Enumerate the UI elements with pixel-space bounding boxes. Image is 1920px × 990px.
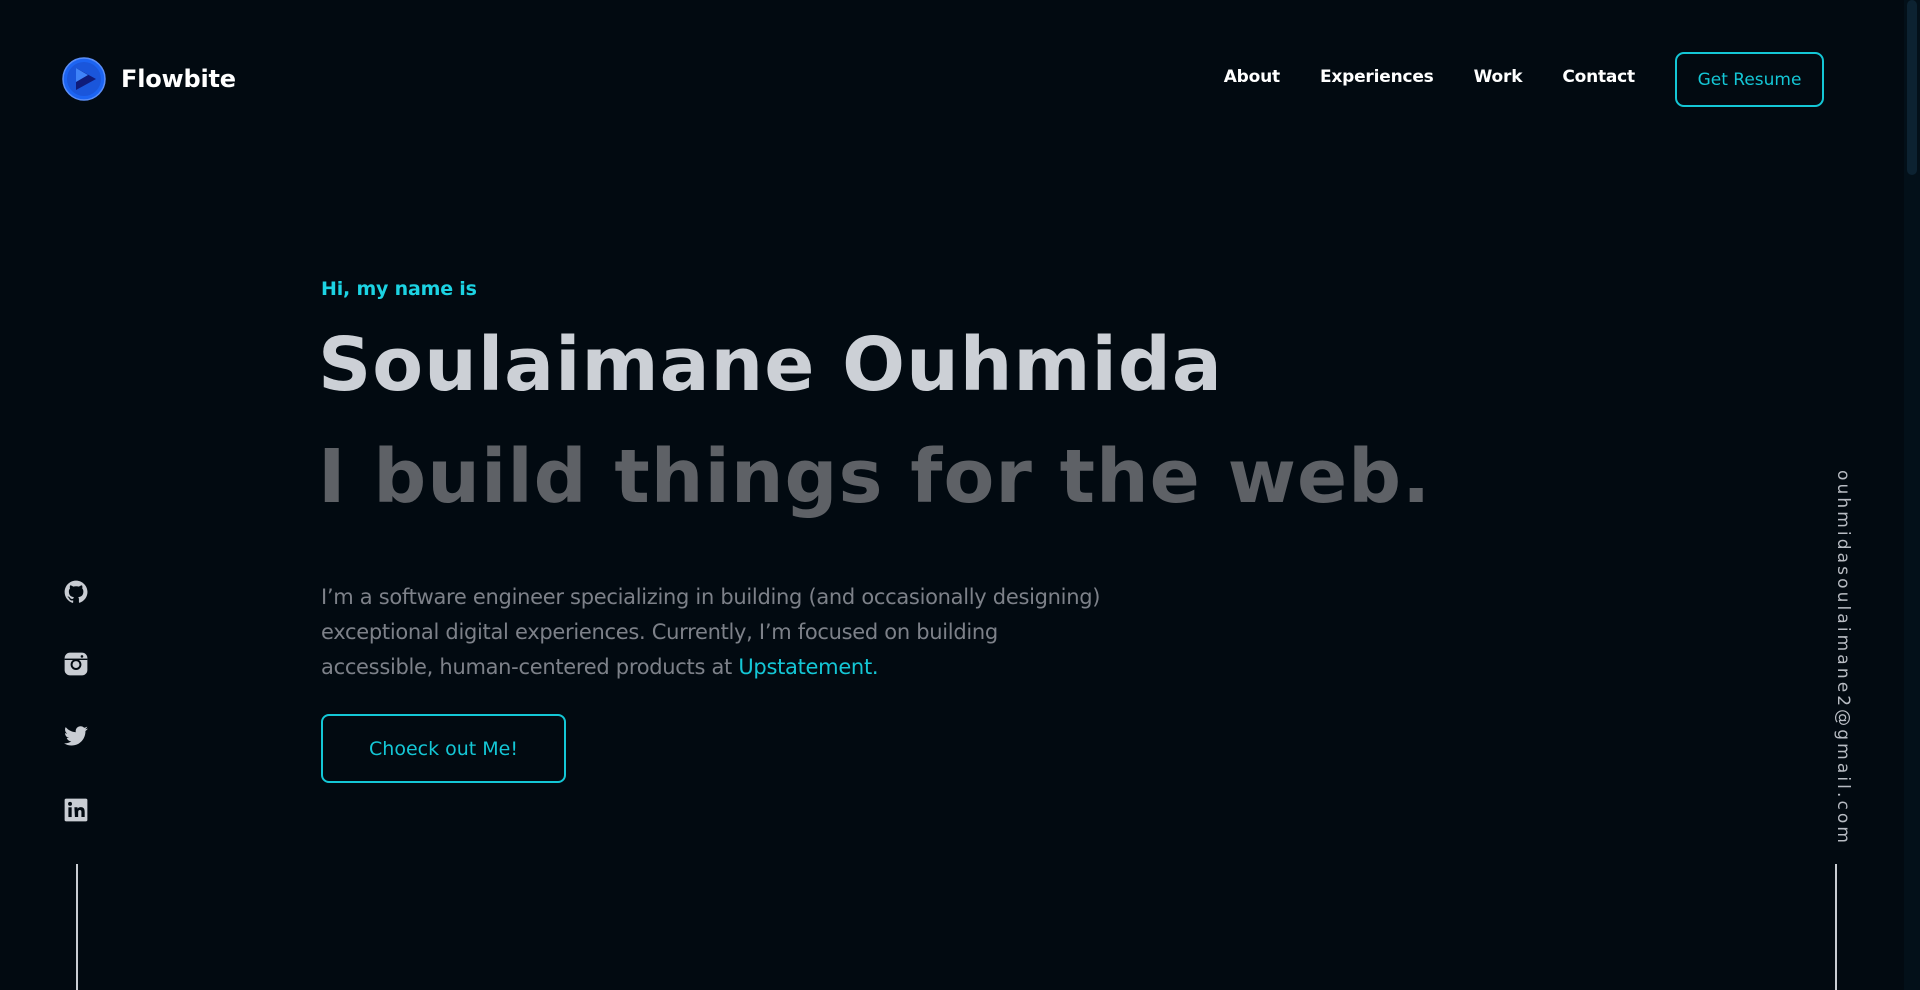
linkedin-icon (64, 798, 88, 822)
get-resume-button[interactable]: Get Resume (1675, 52, 1824, 107)
company-link[interactable]: Upstatement. (738, 655, 878, 679)
left-vertical-line (76, 864, 78, 990)
hero-intro: Hi, my name is (321, 278, 477, 300)
nav-link-experiences[interactable]: Experiences (1320, 67, 1434, 87)
twitter-icon (64, 726, 88, 746)
email-sidebar: ouhmidasoulaimane2@gmail.com (1833, 470, 1863, 846)
email-link[interactable]: ouhmidasoulaimane2@gmail.com (1833, 470, 1853, 846)
hero-name: Soulaimane Ouhmida (318, 322, 1223, 408)
nav-link-work[interactable]: Work (1474, 67, 1523, 87)
description-line-text: accessible, human-centered products at (321, 655, 739, 679)
brand[interactable]: Flowbite (62, 57, 236, 101)
instagram-icon (64, 652, 88, 676)
flowbite-logo-icon (62, 57, 106, 101)
description-line: exceptional digital experiences. Current… (321, 620, 998, 644)
nav-link-contact[interactable]: Contact (1562, 67, 1635, 87)
scrollbar-thumb[interactable] (1907, 0, 1917, 175)
description-line: I’m a software engineer specializing in … (321, 585, 1101, 609)
hero-description: I’m a software engineer specializing in … (321, 580, 1121, 685)
right-vertical-line (1835, 864, 1837, 990)
description-line-last: accessible, human-centered products at U… (321, 650, 1121, 685)
hero-tagline: I build things for the web. (318, 434, 1432, 520)
twitter-link[interactable] (62, 722, 90, 750)
brand-name: Flowbite (121, 65, 236, 93)
site-header: Flowbite About Experiences Work Contact … (0, 0, 1920, 160)
github-icon (64, 580, 88, 603)
github-link[interactable] (62, 578, 90, 606)
nav-link-about[interactable]: About (1224, 67, 1280, 87)
check-out-me-button[interactable]: Choeck out Me! (321, 714, 566, 783)
instagram-link[interactable] (62, 650, 90, 678)
page: Flowbite About Experiences Work Contact … (0, 0, 1920, 990)
scrollbar[interactable] (1904, 0, 1920, 990)
linkedin-link[interactable] (62, 796, 90, 824)
main-nav: About Experiences Work Contact (1224, 67, 1635, 87)
